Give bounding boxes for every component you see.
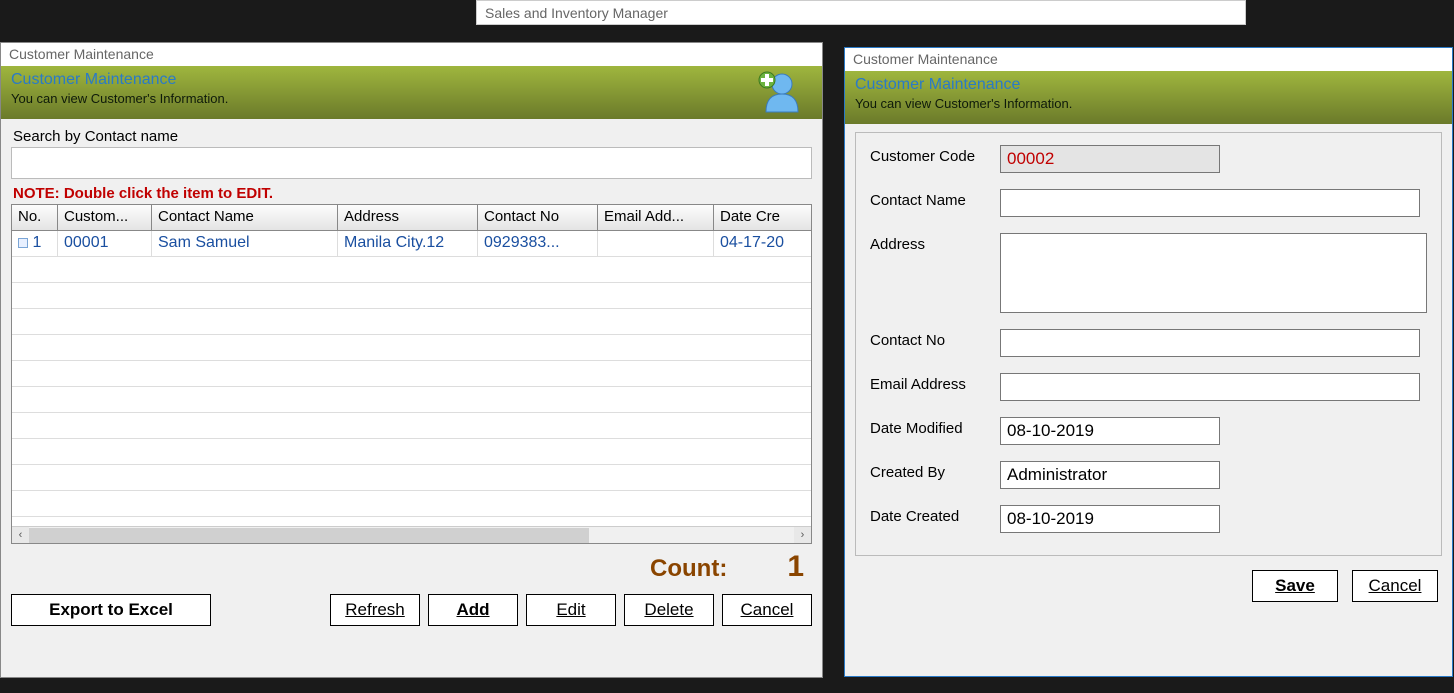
grid-body: 1 00001 Sam Samuel Manila City.12 092938… <box>12 231 811 521</box>
email-label: Email Address <box>870 373 1000 393</box>
table-row[interactable] <box>12 335 811 361</box>
table-row[interactable] <box>12 309 811 335</box>
search-label: Search by Contact name <box>13 128 812 145</box>
table-row[interactable] <box>12 283 811 309</box>
created-by-field[interactable] <box>1000 461 1220 489</box>
cell-no: 1 <box>32 234 41 251</box>
cell-code: 00001 <box>58 231 152 256</box>
contact-name-field[interactable] <box>1000 189 1420 217</box>
contact-name-label: Contact Name <box>870 189 1000 209</box>
row-icon <box>18 238 28 248</box>
export-excel-button[interactable]: Export to Excel <box>11 594 211 626</box>
banner-subtitle: You can view Customer's Information. <box>11 91 812 106</box>
col-contact-name[interactable]: Contact Name <box>152 205 338 230</box>
col-contact-no[interactable]: Contact No <box>478 205 598 230</box>
add-button[interactable]: Add <box>428 594 518 626</box>
cancel-button[interactable]: Cancel <box>722 594 812 626</box>
edit-button[interactable]: Edit <box>526 594 616 626</box>
table-row[interactable] <box>12 413 811 439</box>
form-buttons: Save Cancel <box>855 556 1442 602</box>
scroll-right-icon[interactable]: › <box>794 527 811 544</box>
table-row[interactable] <box>12 491 811 517</box>
table-row[interactable] <box>12 465 811 491</box>
customer-form-window: Customer Maintenance Customer Maintenanc… <box>844 47 1453 677</box>
refresh-button[interactable]: Refresh <box>330 594 420 626</box>
list-buttons: Export to Excel Refresh Add Edit Delete … <box>11 590 812 626</box>
edit-note: NOTE: Double click the item to EDIT. <box>13 185 810 202</box>
window-titlebar[interactable]: Customer Maintenance <box>1 43 822 66</box>
address-field[interactable] <box>1000 233 1427 313</box>
count-value: 1 <box>787 550 804 584</box>
save-button[interactable]: Save <box>1252 570 1338 602</box>
contact-no-field[interactable] <box>1000 329 1420 357</box>
banner: Customer Maintenance You can view Custom… <box>845 71 1452 124</box>
table-row[interactable] <box>12 439 811 465</box>
window-titlebar[interactable]: Customer Maintenance <box>845 48 1452 71</box>
grid-header: No. Custom... Contact Name Address Conta… <box>12 205 811 231</box>
user-add-icon[interactable] <box>754 66 804 119</box>
form-group: Customer Code Contact Name Address Conta… <box>855 132 1442 556</box>
table-row[interactable]: 1 00001 Sam Samuel Manila City.12 092938… <box>12 231 811 257</box>
banner-title: Customer Maintenance <box>11 71 812 89</box>
cell-addr: Manila City.12 <box>338 231 478 256</box>
form-content: Customer Code Contact Name Address Conta… <box>845 124 1452 676</box>
count-row: Count: 1 <box>11 544 812 590</box>
contact-no-label: Contact No <box>870 329 1000 349</box>
customer-code-label: Customer Code <box>870 145 1000 165</box>
cell-contact: 0929383... <box>478 231 598 256</box>
banner-title: Customer Maintenance <box>855 76 1442 94</box>
table-row[interactable] <box>12 257 811 283</box>
cell-date: 04-17-20 <box>714 231 806 256</box>
horizontal-scrollbar[interactable]: ‹ › <box>12 526 811 543</box>
date-created-field[interactable] <box>1000 505 1220 533</box>
date-created-label: Date Created <box>870 505 1000 525</box>
count-label: Count: <box>650 555 727 583</box>
scroll-left-icon[interactable]: ‹ <box>12 527 29 544</box>
table-row[interactable] <box>12 387 811 413</box>
customer-list-window: Customer Maintenance Customer Maintenanc… <box>0 42 823 678</box>
cell-email <box>598 231 714 256</box>
list-content: Search by Contact name NOTE: Double clic… <box>1 119 822 677</box>
table-row[interactable] <box>12 361 811 387</box>
customer-code-field[interactable] <box>1000 145 1220 173</box>
mdi-title: Sales and Inventory Manager <box>476 0 1246 25</box>
col-no[interactable]: No. <box>12 205 58 230</box>
banner: Customer Maintenance You can view Custom… <box>1 66 822 119</box>
delete-button[interactable]: Delete <box>624 594 714 626</box>
cancel-button[interactable]: Cancel <box>1352 570 1438 602</box>
col-email[interactable]: Email Add... <box>598 205 714 230</box>
date-modified-label: Date Modified <box>870 417 1000 437</box>
col-date-created[interactable]: Date Cre <box>714 205 806 230</box>
col-address[interactable]: Address <box>338 205 478 230</box>
email-field[interactable] <box>1000 373 1420 401</box>
cell-name: Sam Samuel <box>152 231 338 256</box>
created-by-label: Created By <box>870 461 1000 481</box>
customer-grid[interactable]: No. Custom... Contact Name Address Conta… <box>11 204 812 544</box>
address-label: Address <box>870 233 1000 253</box>
banner-subtitle: You can view Customer's Information. <box>855 96 1442 111</box>
date-modified-field[interactable] <box>1000 417 1220 445</box>
search-input[interactable] <box>11 147 812 179</box>
col-code[interactable]: Custom... <box>58 205 152 230</box>
